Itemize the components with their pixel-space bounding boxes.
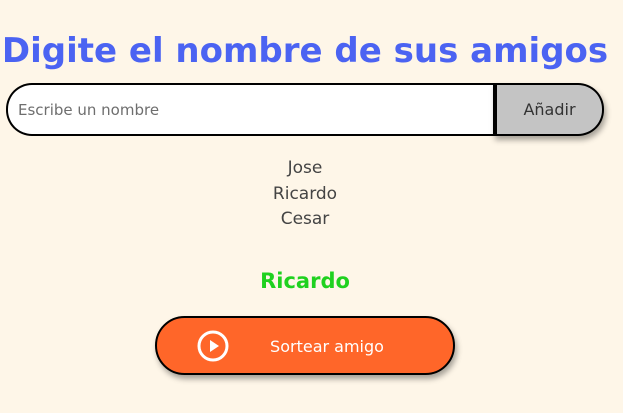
friends-list: Jose Ricardo Cesar	[0, 156, 610, 233]
page-title: Digite el nombre de sus amigos	[1, 30, 609, 71]
name-input[interactable]	[6, 83, 493, 136]
list-item: Jose	[287, 158, 323, 178]
list-item: Cesar	[280, 209, 330, 229]
draw-result: Ricardo	[260, 269, 350, 293]
list-item: Ricardo	[272, 183, 338, 204]
add-friend-form: Añadir	[6, 83, 604, 136]
draw-friend-button[interactable]: Sortear amigo	[155, 316, 455, 375]
page: Digite el nombre de sus amigos Añadir Jo…	[0, 0, 623, 413]
draw-button-label: Sortear amigo	[270, 337, 384, 356]
play-circle-icon	[197, 330, 229, 362]
add-button[interactable]: Añadir	[493, 83, 604, 136]
